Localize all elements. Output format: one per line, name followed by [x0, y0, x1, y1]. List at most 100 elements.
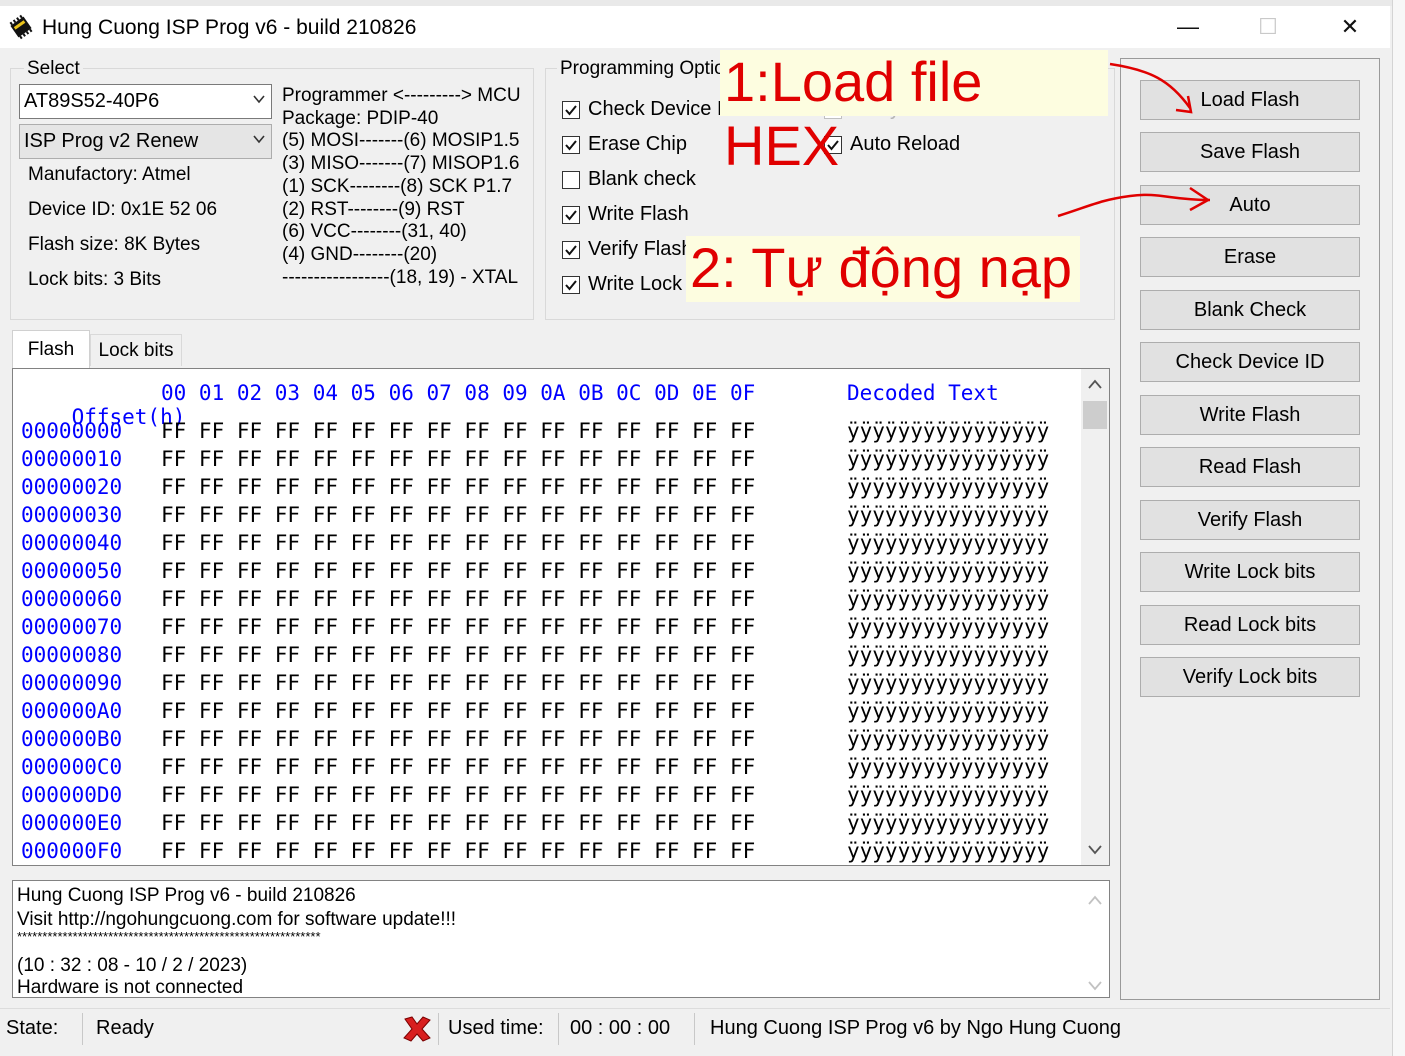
verify-flash-checkbox[interactable]: Verify Flash: [562, 238, 692, 261]
verify-flash-button[interactable]: Verify Flash: [1140, 500, 1360, 540]
chevron-down-icon: [253, 135, 265, 144]
log-vertical-scrollbar[interactable]: [1081, 881, 1109, 997]
tab-lock-bits[interactable]: Lock bits: [90, 334, 182, 366]
erase-chip-checkbox[interactable]: Erase Chip: [562, 133, 687, 156]
hex-row-bytes: FF FF FF FF FF FF FF FF FF FF FF FF FF F…: [161, 671, 756, 695]
close-button[interactable]: ✕: [1310, 6, 1390, 48]
read-flash-button[interactable]: Read Flash: [1140, 447, 1360, 487]
hex-row: 000000D0 FF FF FF FF FF FF FF FF FF FF FF…: [21, 783, 1049, 811]
hex-row-offset: 00000040: [21, 531, 123, 555]
hex-row: 00000020 FF FF FF FF FF FF FF FF FF FF FF…: [21, 475, 1049, 503]
status-divider: [694, 1013, 695, 1045]
hex-header-bytes: 00 01 02 03 04 05 06 07 08 09 0A 0B 0C 0…: [161, 381, 756, 405]
pinout-line: (6) VCC--------(31, 40): [282, 221, 467, 243]
hex-row-bytes: FF FF FF FF FF FF FF FF FF FF FF FF FF F…: [161, 699, 756, 723]
option-label: Blank check: [588, 168, 696, 190]
hex-row: 00000040 FF FF FF FF FF FF FF FF FF FF FF…: [21, 531, 1049, 559]
log-line: Visit http://ngohungcuong.com for softwa…: [17, 909, 457, 930]
credit-text: Hung Cuong ISP Prog v6 by Ngo Hung Cuong: [710, 1017, 1122, 1039]
hex-viewer[interactable]: Offset(h) 00 01 02 03 04 05 06 07 08 09 0…: [12, 368, 1110, 866]
hex-row-offset: 00000090: [21, 671, 123, 695]
write-flash-checkbox[interactable]: Write Flash: [562, 203, 689, 226]
programmer-select[interactable]: ISP Prog v2 Renew: [19, 124, 272, 159]
device-id-label: Device ID: 0x1E 52 06: [28, 199, 218, 220]
log-output[interactable]: Hung Cuong ISP Prog v6 - build 210826 Vi…: [12, 880, 1110, 998]
window-title: Hung Cuong ISP Prog v6 - build 210826: [42, 16, 417, 39]
hex-row-offset: 00000080: [21, 643, 123, 667]
hex-row: 00000010 FF FF FF FF FF FF FF FF FF FF FF…: [21, 447, 1049, 475]
chip-select[interactable]: AT89S52-40P6: [19, 84, 272, 119]
erase-button[interactable]: Erase: [1140, 237, 1360, 277]
write-flash-button[interactable]: Write Flash: [1140, 395, 1360, 435]
hex-row-bytes: FF FF FF FF FF FF FF FF FF FF FF FF FF F…: [161, 503, 756, 527]
hex-row-bytes: FF FF FF FF FF FF FF FF FF FF FF FF FF F…: [161, 587, 756, 611]
check-device-id-button[interactable]: Check Device ID: [1140, 342, 1360, 382]
hex-row-bytes: FF FF FF FF FF FF FF FF FF FF FF FF FF F…: [161, 447, 756, 471]
hex-row-offset: 00000060: [21, 587, 123, 611]
hex-row-offset: 000000C0: [21, 755, 123, 779]
hex-row-bytes: FF FF FF FF FF FF FF FF FF FF FF FF FF F…: [161, 727, 756, 751]
lock-bits-label: Lock bits: 3 Bits: [28, 269, 162, 290]
hex-row-text: ÿÿÿÿÿÿÿÿÿÿÿÿÿÿÿÿ: [847, 643, 1050, 667]
pinout-line: (5) MOSI-------(6) MOSIP1.5: [282, 130, 520, 152]
scrollbar-thumb[interactable]: [1083, 401, 1107, 429]
hex-row: 00000080 FF FF FF FF FF FF FF FF FF FF FF…: [21, 643, 1049, 671]
hex-row-bytes: FF FF FF FF FF FF FF FF FF FF FF FF FF F…: [161, 755, 756, 779]
hex-row-bytes: FF FF FF FF FF FF FF FF FF FF FF FF FF F…: [161, 811, 756, 835]
hex-vertical-scrollbar[interactable]: [1081, 369, 1109, 865]
disconnected-x-icon: [403, 1016, 431, 1042]
read-lock-bits-button[interactable]: Read Lock bits: [1140, 605, 1360, 645]
blank-check-button[interactable]: Blank Check: [1140, 290, 1360, 330]
verify-lock-bits-button[interactable]: Verify Lock bits: [1140, 657, 1360, 697]
hex-row-offset: 00000050: [21, 559, 123, 583]
option-label: Verify Flash: [588, 238, 693, 260]
write-lock-bits-button[interactable]: Write Lock bits: [1140, 552, 1360, 592]
maximize-button: ☐: [1258, 14, 1278, 39]
hex-row-bytes: FF FF FF FF FF FF FF FF FF FF FF FF FF F…: [161, 475, 756, 499]
hex-row-bytes: FF FF FF FF FF FF FF FF FF FF FF FF FF F…: [161, 559, 756, 583]
programming-option-title: Programming Option: [557, 58, 739, 80]
chip-select-value: AT89S52-40P6: [24, 90, 160, 112]
hex-row-offset: 000000D0: [21, 783, 123, 807]
status-divider: [438, 1013, 439, 1045]
hex-row-offset: 000000B0: [21, 727, 123, 751]
chevron-up-icon[interactable]: [1088, 379, 1102, 389]
state-label: State:: [6, 1017, 59, 1039]
pinout-line: Programmer <---------> MCU: [282, 85, 521, 106]
chevron-down-icon[interactable]: [1088, 845, 1102, 855]
hex-row-text: ÿÿÿÿÿÿÿÿÿÿÿÿÿÿÿÿ: [847, 727, 1050, 751]
chevron-down-icon[interactable]: [1088, 981, 1102, 991]
checkmark-icon: [562, 275, 580, 294]
option-label: Erase Chip: [588, 133, 687, 155]
auto-reload-checkbox[interactable]: Auto Reload: [824, 133, 960, 156]
hex-row: 000000C0 FF FF FF FF FF FF FF FF FF FF FF…: [21, 755, 1049, 783]
status-divider: [558, 1013, 559, 1045]
tab-flash[interactable]: Flash: [12, 330, 90, 368]
select-group-title: Select: [24, 58, 83, 80]
background-window-edge: [1392, 0, 1405, 1056]
manufactory-label: Manufactory: Atmel: [28, 164, 191, 185]
chevron-up-icon[interactable]: [1088, 895, 1102, 905]
hex-row-offset: 000000F0: [21, 839, 123, 863]
hex-row-text: ÿÿÿÿÿÿÿÿÿÿÿÿÿÿÿÿ: [847, 783, 1050, 807]
annotation-auto-program: 2: Tự động nạp: [686, 236, 1080, 302]
flash-size-label: Flash size: 8K Bytes: [28, 234, 201, 255]
check-device-id-checkbox[interactable]: Check Device ID: [562, 98, 737, 121]
hex-row-offset: 00000070: [21, 615, 123, 639]
chip-app-icon: [9, 14, 33, 40]
checkmark-icon: [562, 240, 580, 259]
hex-row: 00000050 FF FF FF FF FF FF FF FF FF FF FF…: [21, 559, 1049, 587]
log-line: Hung Cuong ISP Prog v6 - build 210826: [17, 885, 356, 906]
status-bar: State: Ready Used time: 00 : 00 : 00 Hun…: [0, 1008, 1390, 1049]
hex-row-offset: 00000030: [21, 503, 123, 527]
empty-checkbox-icon: [562, 170, 580, 189]
annotation-arrows: [1057, 62, 1210, 218]
hex-row-text: ÿÿÿÿÿÿÿÿÿÿÿÿÿÿÿÿ: [847, 419, 1050, 443]
blank-check-checkbox[interactable]: Blank check: [562, 168, 696, 191]
hex-row-text: ÿÿÿÿÿÿÿÿÿÿÿÿÿÿÿÿ: [847, 755, 1050, 779]
hex-row: 00000000 FF FF FF FF FF FF FF FF FF FF FF…: [21, 419, 1049, 447]
hex-row-text: ÿÿÿÿÿÿÿÿÿÿÿÿÿÿÿÿ: [847, 811, 1050, 835]
pinout-list: Programmer <---------> MCU Package: PDIP…: [282, 85, 521, 289]
hex-row-text: ÿÿÿÿÿÿÿÿÿÿÿÿÿÿÿÿ: [847, 839, 1050, 863]
minimize-button[interactable]: —: [1148, 6, 1228, 48]
